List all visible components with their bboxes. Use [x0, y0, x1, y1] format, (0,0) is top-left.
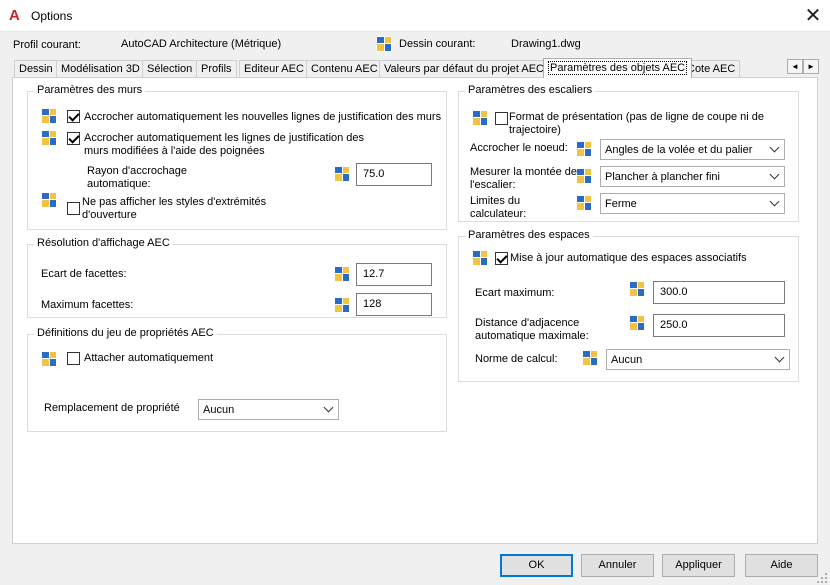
profile-label: Profil courant: [13, 39, 81, 51]
aec-setting-icon [42, 109, 56, 123]
snap-new-walls-checkbox[interactable] [67, 110, 80, 123]
tab-panel: Paramètres des murs Accrocher automatiqu… [12, 77, 818, 544]
aec-setting-icon [577, 142, 591, 156]
ok-button[interactable]: OK [500, 554, 573, 577]
snap-radius-input[interactable]: 75.0 [356, 163, 432, 186]
title-bar: A Options ✕ [0, 0, 830, 32]
measure-rise-value: Plancher à plancher fini [605, 171, 720, 183]
apply-button[interactable]: Appliquer [662, 554, 735, 577]
chevron-down-icon [769, 169, 780, 180]
aec-setting-icon [630, 316, 644, 330]
tab-scroll-right-button[interactable]: ► [803, 59, 819, 74]
walls-group-title: Paramètres des murs [34, 84, 146, 96]
aec-setting-icon [335, 167, 349, 181]
snap-node-label: Accrocher le noeud: [470, 142, 568, 154]
adjacency-label: Distance d'adjacence automatique maximal… [475, 317, 589, 342]
calc-standard-label: Norme de calcul: [475, 353, 558, 365]
aec-setting-icon [335, 298, 349, 312]
aec-setting-icon [583, 351, 597, 365]
tab-selection[interactable]: Sélection [142, 60, 198, 77]
snap-new-walls-label: Accrocher automatiquement les nouvelles … [84, 111, 442, 123]
calc-limits-label: Limites du calculateur: [470, 195, 527, 220]
property-override-label: Remplacement de propriété [44, 402, 180, 414]
cancel-button[interactable]: Annuler [581, 554, 654, 577]
tab-valeurs-defaut-projet[interactable]: Valeurs par défaut du projet AEC [379, 60, 550, 77]
window-title: Options [31, 9, 73, 23]
auto-update-spaces-checkbox[interactable] [495, 252, 508, 265]
profile-value: AutoCAD Architecture (Métrique) [121, 38, 282, 50]
walls-group: Paramètres des murs Accrocher automatiqu… [27, 84, 447, 230]
tab-editeur-aec[interactable]: Editeur AEC [239, 60, 309, 77]
aec-setting-icon [42, 352, 56, 366]
aec-setting-icon [630, 282, 644, 296]
facet-gap-input[interactable]: 12.7 [356, 263, 432, 286]
stairs-group: Paramètres des escaliers Format de prése… [458, 84, 799, 222]
aec-setting-icon [335, 267, 349, 281]
active-tab-label: Paramètres des objets AEC [548, 61, 688, 75]
presentation-format-label: Format de présentation (pas de ligne de … [509, 111, 764, 136]
aec-setting-icon [577, 196, 591, 210]
presentation-format-checkbox[interactable] [495, 112, 508, 125]
chevron-down-icon [769, 142, 780, 153]
auto-attach-label: Attacher automatiquement [84, 352, 214, 364]
aec-setting-icon [42, 131, 56, 145]
drawing-icon [376, 36, 392, 52]
max-facets-input[interactable]: 128 [356, 293, 432, 316]
snap-node-value: Angles de la volée et du palier [605, 144, 753, 156]
snap-modified-walls-checkbox[interactable] [67, 132, 80, 145]
adjacency-input[interactable]: 250.0 [653, 314, 785, 337]
aec-setting-icon [42, 193, 56, 207]
close-button[interactable]: ✕ [798, 2, 828, 30]
tab-strip: Dessin Modélisation 3D Sélection Profils… [12, 58, 819, 78]
aec-setting-icon [473, 251, 487, 265]
calc-standard-value: Aucun [611, 354, 643, 366]
snap-modified-walls-label: Accrocher automatiquement les lignes de … [84, 132, 365, 157]
drawing-label: Dessin courant: [399, 38, 476, 50]
max-gap-input[interactable]: 300.0 [653, 281, 785, 304]
aec-setting-icon [577, 169, 591, 183]
help-button[interactable]: Aide [745, 554, 818, 577]
tab-contenu-aec[interactable]: Contenu AEC [306, 60, 383, 77]
chevron-down-icon [774, 352, 785, 363]
snap-radius-label: Rayon d'accrochage automatique: [87, 165, 187, 190]
chevron-down-icon [769, 196, 780, 207]
snap-node-dropdown[interactable]: Angles de la volée et du palier [600, 139, 785, 160]
hide-end-styles-label: Ne pas afficher les styles d'extrémités … [82, 196, 267, 221]
max-gap-label: Ecart maximum: [475, 287, 555, 299]
chevron-down-icon [323, 402, 334, 413]
hide-end-styles-checkbox[interactable] [67, 202, 80, 215]
tab-modelisation-3d[interactable]: Modélisation 3D [56, 60, 145, 77]
measure-rise-label: Mesurer la montée de l'escalier: [470, 166, 577, 191]
auto-update-spaces-label: Mise à jour automatique des espaces asso… [510, 252, 747, 264]
tab-scroll-left-button[interactable]: ◄ [787, 59, 803, 74]
property-sets-group: Définitions du jeu de propriétés AEC Att… [27, 327, 447, 432]
aec-setting-icon [473, 111, 487, 125]
tab-profils[interactable]: Profils [196, 60, 237, 77]
display-resolution-title: Résolution d'affichage AEC [34, 237, 173, 249]
facet-gap-label: Ecart de facettes: [41, 268, 127, 280]
resize-grip-icon[interactable] [816, 572, 828, 584]
stairs-group-title: Paramètres des escaliers [465, 84, 596, 96]
property-sets-title: Définitions du jeu de propriétés AEC [34, 327, 217, 339]
spaces-group: Paramètres des espaces Mise à jour autom… [458, 229, 799, 382]
property-override-value: Aucun [203, 404, 235, 416]
max-facets-label: Maximum facettes: [41, 299, 134, 311]
calc-standard-dropdown[interactable]: Aucun [606, 349, 790, 370]
display-resolution-group: Résolution d'affichage AEC Ecart de face… [27, 237, 447, 318]
tab-dessin[interactable]: Dessin [14, 60, 58, 77]
spaces-group-title: Paramètres des espaces [465, 229, 593, 241]
calc-limits-dropdown[interactable]: Ferme [600, 193, 785, 214]
measure-rise-dropdown[interactable]: Plancher à plancher fini [600, 166, 785, 187]
autocad-logo-icon: A [9, 7, 20, 24]
drawing-value: Drawing1.dwg [511, 38, 581, 50]
tab-parametres-objets-aec[interactable]: Paramètres des objets AEC [543, 58, 693, 78]
calc-limits-value: Ferme [605, 198, 637, 210]
auto-attach-checkbox[interactable] [67, 352, 80, 365]
property-override-dropdown[interactable]: Aucun [198, 399, 339, 420]
